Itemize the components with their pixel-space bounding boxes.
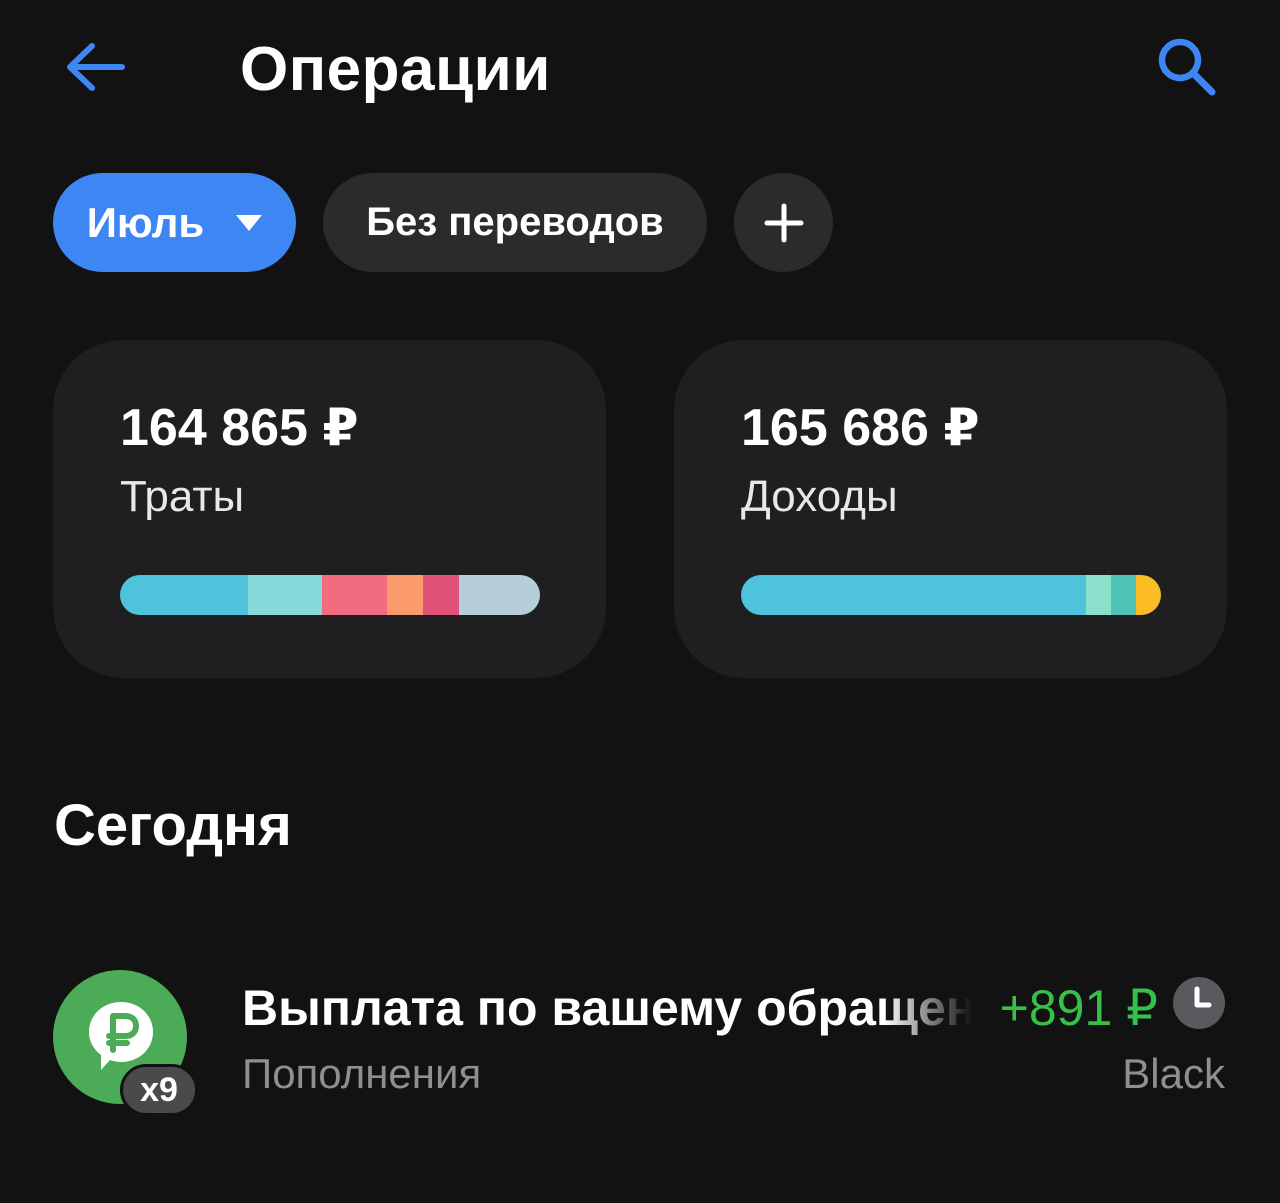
- expenses-bar-segment-3: [322, 575, 388, 615]
- add-filter-button[interactable]: [734, 173, 833, 272]
- caret-down-icon: [236, 214, 263, 231]
- income-category-bar: [741, 575, 1161, 615]
- page-title: Операции: [240, 35, 551, 104]
- month-selector-chip[interactable]: Июль: [53, 173, 296, 272]
- expenses-category-bar: [120, 575, 540, 615]
- ruble-bubble-icon: [89, 1002, 153, 1070]
- expenses-card[interactable]: 164 865 ₽ Траты: [53, 340, 606, 678]
- operation-account: Black: [1122, 1050, 1225, 1097]
- expenses-bar-segment-4: [387, 575, 424, 615]
- repeat-count-badge: x9: [120, 1064, 198, 1116]
- expenses-amount: 164 865 ₽: [120, 399, 359, 457]
- income-amount: 165 686 ₽: [741, 399, 980, 457]
- search-button[interactable]: [1148, 28, 1224, 104]
- expenses-bar-segment-5: [423, 575, 460, 615]
- operation-row[interactable]: x9 Выплата по вашему обращению Пополнени…: [0, 960, 1280, 1120]
- top-bar: Операции: [0, 0, 1280, 140]
- operations-screen: Операции Июль Без переводов 164 865 ₽ Тр…: [0, 0, 1280, 1203]
- plus-icon: [764, 203, 803, 242]
- search-icon: [1158, 38, 1216, 96]
- filter-label: Без переводов: [366, 200, 664, 244]
- income-bar-segment-2: [1085, 575, 1112, 615]
- expenses-bar-segment-1: [120, 575, 249, 615]
- operation-category: Пополнения: [242, 1050, 482, 1097]
- arrow-left-icon: [67, 43, 125, 91]
- clock-icon: [1173, 977, 1225, 1029]
- expenses-bar-segment-2: [248, 575, 323, 615]
- expenses-bar-segment-6: [459, 575, 540, 615]
- operation-title: Выплата по вашему обращению: [242, 980, 972, 1036]
- section-title-today: Сегодня: [54, 793, 292, 858]
- month-label: Июль: [86, 198, 205, 246]
- income-bar-segment-1: [741, 575, 1086, 615]
- operation-amount: +891 ₽: [999, 980, 1158, 1036]
- income-bar-segment-4: [1135, 575, 1161, 615]
- income-bar-segment-3: [1111, 575, 1136, 615]
- income-label: Доходы: [741, 472, 898, 521]
- expenses-label: Траты: [120, 472, 245, 521]
- income-card[interactable]: 165 686 ₽ Доходы: [674, 340, 1227, 678]
- filter-chip-no-transfers[interactable]: Без переводов: [323, 173, 707, 272]
- back-button[interactable]: [60, 34, 130, 100]
